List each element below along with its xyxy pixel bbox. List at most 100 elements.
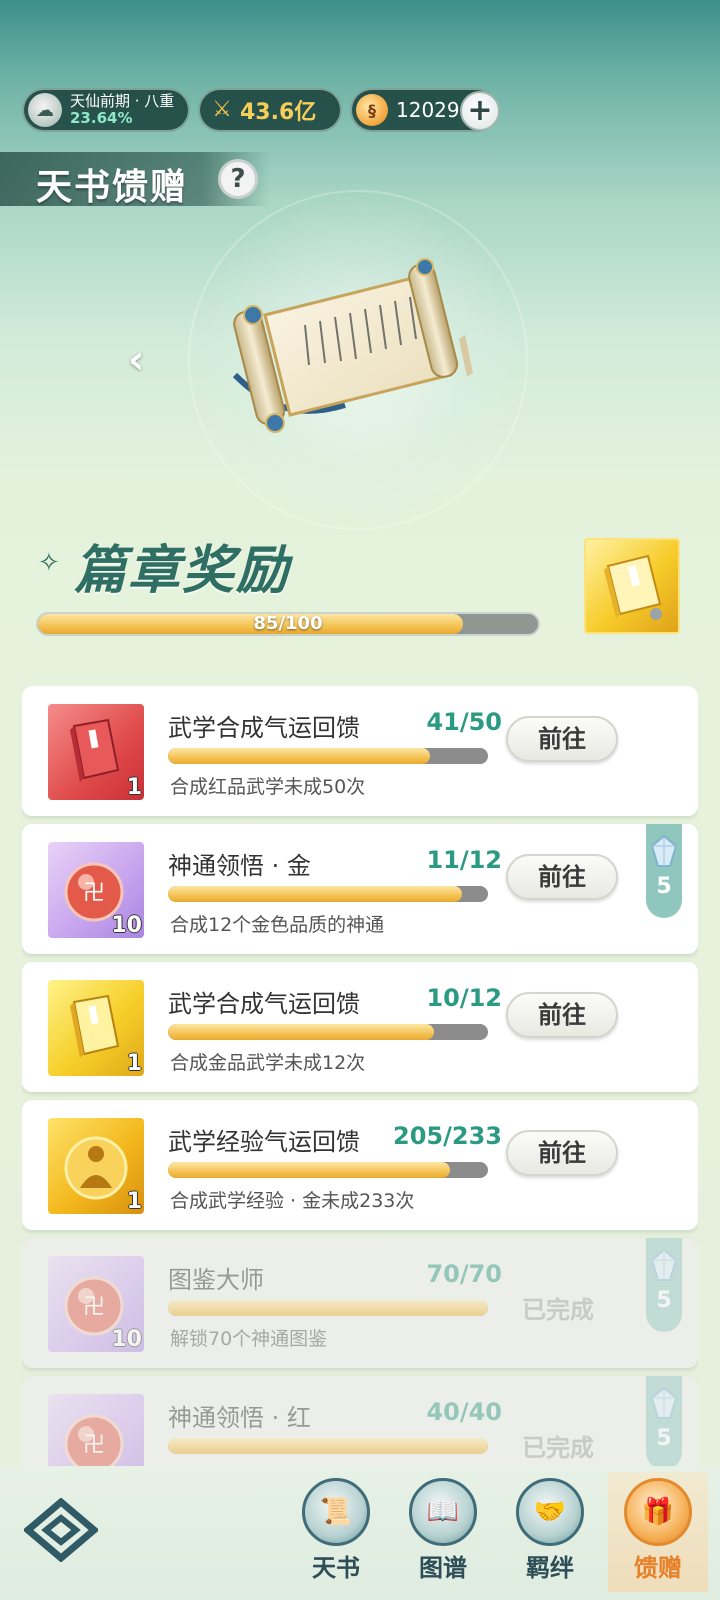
nav-label: 天书 bbox=[312, 1554, 360, 1582]
side-reward-tag[interactable]: 5 bbox=[646, 1376, 682, 1466]
task-title: 武学合成气运回馈 bbox=[168, 990, 360, 1018]
task-description: 解锁70个神通图鉴 bbox=[170, 1328, 328, 1350]
item-quantity: 1 bbox=[126, 1189, 142, 1214]
task-progress-fill bbox=[168, 1300, 488, 1316]
task-card: 1 武学经验气运回馈 205/233 合成武学经验 · 金未成233次 前往 bbox=[22, 1100, 698, 1230]
bottom-nav: 📜 天书 📖 图谱 🤝 羁绊 🎁 馈赠 bbox=[0, 1466, 720, 1600]
task-progress-fill bbox=[168, 1024, 434, 1040]
task-count: 10/12 bbox=[426, 984, 502, 1012]
task-card: 卍 10 图鉴大师 70/70 解锁70个神通图鉴 已完成 5 bbox=[22, 1238, 698, 1368]
crystal-gem-icon bbox=[650, 1386, 678, 1419]
nav-label: 馈赠 bbox=[634, 1554, 682, 1582]
svg-text:卍: 卍 bbox=[83, 1295, 105, 1320]
task-progress-fill bbox=[168, 1438, 488, 1454]
side-reward-count: 5 bbox=[656, 1426, 672, 1451]
task-card: 卍 10 神通领悟 · 金 11/12 合成12个金色品质的神通 前往 5 bbox=[22, 824, 698, 954]
task-progress-bar bbox=[168, 1300, 488, 1316]
nav-label: 羁绊 bbox=[526, 1554, 574, 1582]
task-card: 1 武学合成气运回馈 41/50 合成红品武学未成50次 前往 bbox=[22, 686, 698, 816]
task-count: 11/12 bbox=[426, 846, 502, 874]
go-button[interactable]: 前往 bbox=[506, 854, 618, 900]
side-reward-count: 5 bbox=[656, 874, 672, 899]
task-progress-fill bbox=[168, 1162, 450, 1178]
task-progress-bar bbox=[168, 886, 488, 902]
task-count: 40/40 bbox=[426, 1398, 502, 1426]
side-reward-count: 5 bbox=[656, 1288, 672, 1313]
task-description: 合成红品武学未成50次 bbox=[170, 776, 366, 798]
golden-figure-orb-icon: 1 bbox=[48, 1118, 144, 1214]
item-quantity: 1 bbox=[126, 1051, 142, 1076]
chapter-title: 篇章奖励 bbox=[74, 541, 291, 601]
help-button[interactable]: ? bbox=[218, 159, 258, 199]
scroll-illustration bbox=[232, 258, 473, 433]
task-description: 合成武学经验 · 金未成233次 bbox=[170, 1190, 415, 1212]
nav-tab-tianshu[interactable]: 📜 天书 bbox=[286, 1472, 386, 1592]
task-card: 1 武学合成气运回馈 10/12 合成金品武学未成12次 前往 bbox=[22, 962, 698, 1092]
previous-arrow-button[interactable]: ‹ bbox=[128, 340, 160, 380]
task-count: 41/50 bbox=[426, 708, 502, 736]
power-pill: ⚔ 43.6亿 bbox=[198, 88, 342, 132]
atlas-icon: 📖 bbox=[409, 1478, 477, 1546]
task-progress-fill bbox=[168, 886, 463, 902]
task-progress-bar bbox=[168, 1438, 488, 1454]
item-quantity: 10 bbox=[111, 1327, 142, 1352]
task-progress-fill bbox=[168, 748, 431, 764]
coin-pill: § 12029 + bbox=[350, 88, 500, 132]
task-count: 70/70 bbox=[426, 1260, 502, 1288]
item-quantity: 10 bbox=[111, 913, 142, 938]
task-title: 神通领悟 · 金 bbox=[168, 852, 311, 880]
task-progress-bar bbox=[168, 1162, 488, 1178]
side-reward-tag[interactable]: 5 bbox=[646, 1238, 682, 1332]
add-coins-button[interactable]: + bbox=[460, 91, 500, 131]
go-button[interactable]: 前往 bbox=[506, 992, 618, 1038]
svg-text:卍: 卍 bbox=[83, 881, 105, 906]
task-card: 卍 神通领悟 · 红 40/40 已完成 5 bbox=[22, 1376, 698, 1466]
page-title: 天书馈赠 bbox=[36, 167, 189, 208]
svg-text:卍: 卍 bbox=[83, 1433, 105, 1458]
game-logo-icon[interactable] bbox=[24, 1498, 98, 1562]
sparkle-icon: ✧ bbox=[38, 548, 60, 578]
red-orb-icon: 卍 10 bbox=[48, 842, 144, 938]
go-button[interactable]: 前往 bbox=[506, 716, 618, 762]
power-value: 43.6亿 bbox=[240, 100, 317, 125]
nav-tab-tupu[interactable]: 📖 图谱 bbox=[393, 1472, 493, 1592]
red-orb-icon: 卍 bbox=[48, 1394, 144, 1466]
chapter-reward-gold-book-icon[interactable] bbox=[584, 538, 680, 634]
red-orb-icon: 卍 10 bbox=[48, 1256, 144, 1352]
gift-bag-icon: 🎁 bbox=[624, 1478, 692, 1546]
crystal-gem-icon bbox=[650, 1248, 678, 1281]
red-book-icon: 1 bbox=[48, 704, 144, 800]
task-count: 205/233 bbox=[393, 1122, 502, 1150]
task-title: 武学合成气运回馈 bbox=[168, 714, 360, 742]
coin-value: 12029 bbox=[396, 98, 460, 122]
rank-title: 天仙前期 · 八重 bbox=[70, 92, 175, 110]
task-description: 合成12个金色品质的神通 bbox=[170, 914, 385, 936]
nav-label: 图谱 bbox=[419, 1554, 467, 1582]
task-list[interactable]: 1 武学合成气运回馈 41/50 合成红品武学未成50次 前往 卍 10 神通领… bbox=[22, 686, 698, 1466]
task-progress-bar bbox=[168, 1024, 488, 1040]
handshake-icon: 🤝 bbox=[516, 1478, 584, 1546]
title-band: 天书馈赠 ? bbox=[0, 152, 270, 208]
side-reward-tag[interactable]: 5 bbox=[646, 824, 682, 918]
task-title: 武学经验气运回馈 bbox=[168, 1128, 360, 1156]
chapter-progress-text: 85/100 bbox=[253, 613, 323, 634]
completed-label: 已完成 bbox=[522, 1296, 594, 1324]
task-description: 合成金品武学未成12次 bbox=[170, 1052, 366, 1074]
rank-percent: 23.64% bbox=[70, 109, 133, 127]
go-button[interactable]: 前往 bbox=[506, 1130, 618, 1176]
nav-tab-kuizeng[interactable]: 🎁 馈赠 bbox=[608, 1472, 708, 1592]
gold-book-icon: 1 bbox=[48, 980, 144, 1076]
scroll-book-icon: 📜 bbox=[302, 1478, 370, 1546]
task-progress-bar bbox=[168, 748, 488, 764]
item-quantity: 1 bbox=[126, 775, 142, 800]
crystal-gem-icon bbox=[650, 834, 678, 867]
rank-avatar-icon: ☁ bbox=[28, 93, 62, 127]
rank-pill[interactable]: ☁ 天仙前期 · 八重 23.64% bbox=[22, 88, 190, 132]
task-title: 图鉴大师 bbox=[168, 1266, 264, 1294]
status-bar: ☁ 天仙前期 · 八重 23.64% ⚔ 43.6亿 § 12029 + bbox=[22, 88, 500, 132]
task-title: 神通领悟 · 红 bbox=[168, 1404, 311, 1432]
nav-tab-jiban[interactable]: 🤝 羁绊 bbox=[500, 1472, 600, 1592]
coin-icon: § bbox=[356, 94, 388, 126]
crossed-swords-icon: ⚔ bbox=[212, 97, 232, 122]
completed-label: 已完成 bbox=[522, 1434, 594, 1462]
